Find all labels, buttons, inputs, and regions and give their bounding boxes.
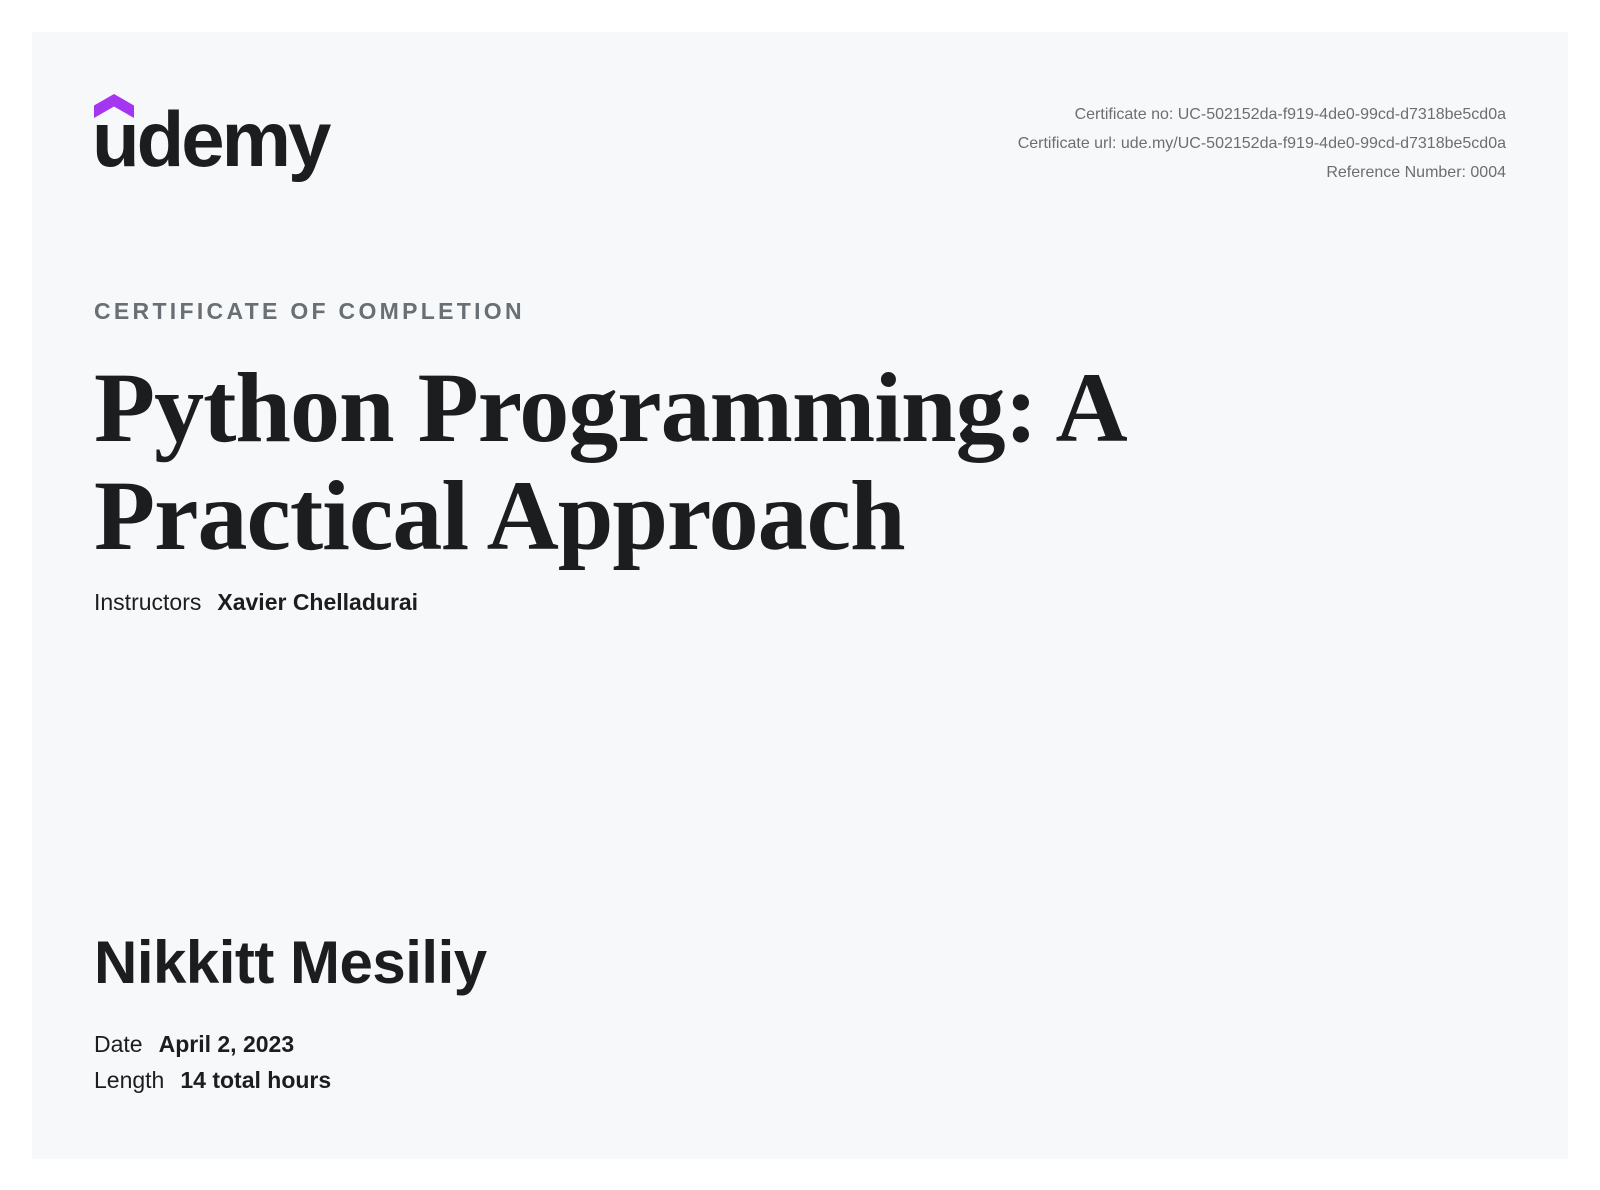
instructors-label: Instructors (94, 589, 202, 615)
certificate-details: Date April 2, 2023 Length 14 total hours (94, 1026, 331, 1098)
date-row: Date April 2, 2023 (94, 1026, 331, 1062)
certificate-number: Certificate no: UC-502152da-f919-4de0-99… (1074, 106, 1506, 123)
certificate-url[interactable]: Certificate url: ude.my/UC-502152da-f919… (1018, 129, 1506, 158)
length-row: Length 14 total hours (94, 1062, 331, 1098)
logo-wordmark: udemy (92, 95, 331, 183)
certificate-card: udemy Certificate no: UC-502152da-f919-4… (32, 32, 1568, 1159)
certificate-kicker: CERTIFICATE OF COMPLETION (94, 298, 525, 324)
recipient-name: Nikkitt Mesiliy (94, 929, 487, 996)
date-label: Date (94, 1031, 143, 1057)
length-label: Length (94, 1067, 165, 1093)
instructors-row: Instructors Xavier Chelladurai (94, 589, 418, 616)
course-title: Python Programming: A Practical Approach (94, 352, 1122, 571)
udemy-logo: udemy (92, 94, 354, 194)
date-value: April 2, 2023 (158, 1031, 295, 1057)
length-value: 14 total hours (180, 1067, 332, 1093)
reference-number: Reference Number: 0004 (1326, 164, 1506, 181)
instructor-name: Xavier Chelladurai (217, 589, 419, 615)
certificate-meta: Certificate no: UC-502152da-f919-4de0-99… (1018, 100, 1506, 187)
